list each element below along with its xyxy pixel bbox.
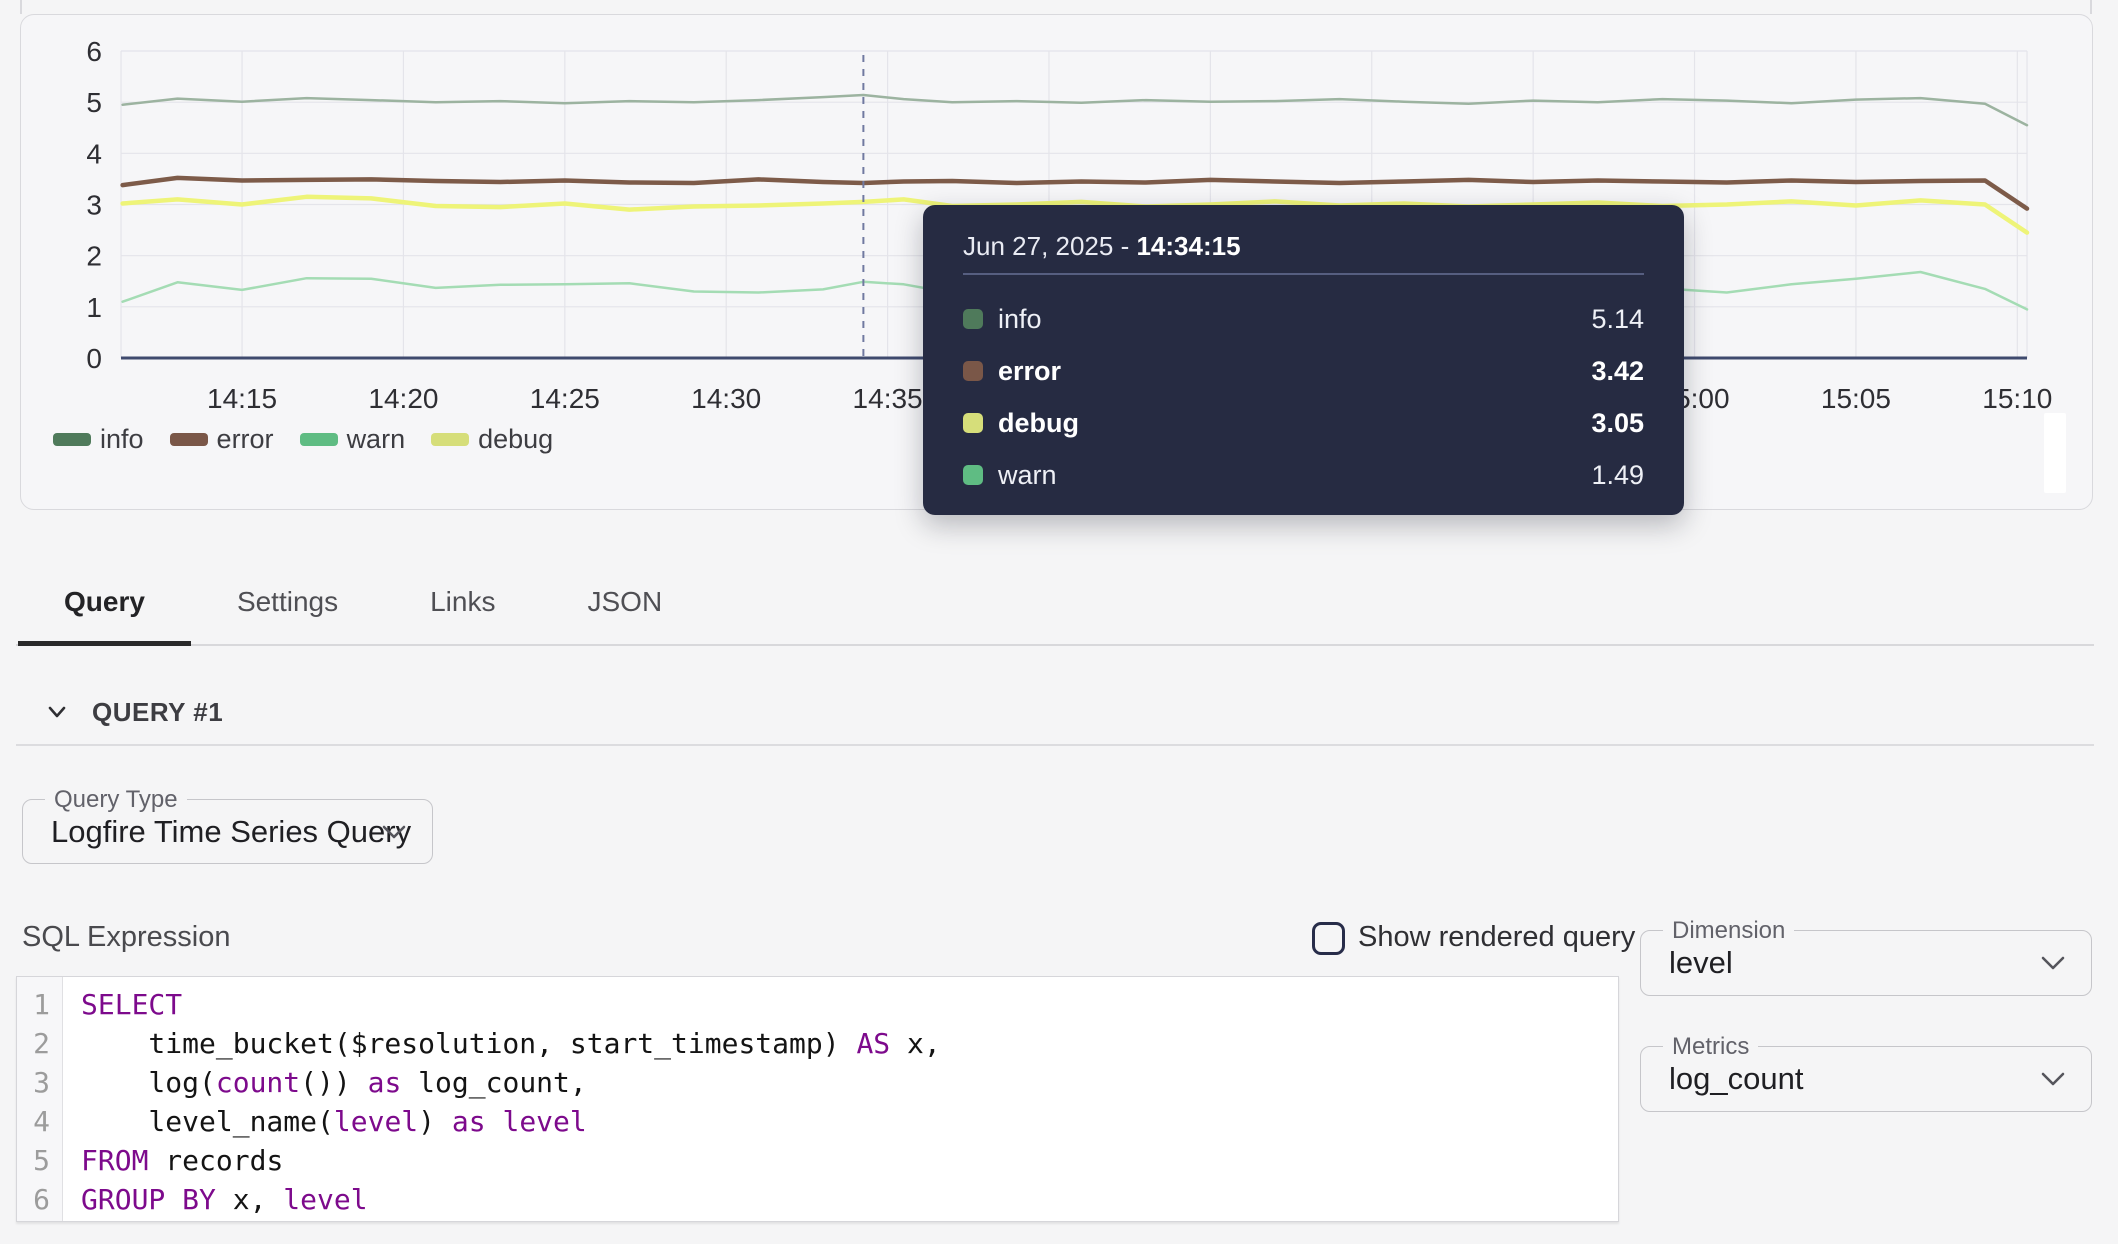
code-line-4[interactable]: level_name(level) as level <box>81 1102 1618 1141</box>
chevron-down-icon <box>44 699 70 725</box>
tooltip-rows: info 5.14 error 3.42 debug 3.05 warn 1.49 <box>963 293 1644 501</box>
tooltip-series-label: warn <box>998 460 1057 491</box>
legend-item-error[interactable]: error <box>170 424 274 455</box>
query-type-value: Logfire Time Series Query <box>51 800 411 863</box>
axis-tick-label: 5 <box>86 87 102 118</box>
show-rendered-query-checkbox[interactable] <box>1312 922 1345 955</box>
legend-item-warn[interactable]: warn <box>300 424 406 455</box>
section-divider <box>16 744 2094 746</box>
code-line-6[interactable]: GROUP BY x, level <box>81 1180 1618 1219</box>
axis-tick-label: 6 <box>86 36 102 67</box>
legend-label: info <box>100 424 144 455</box>
tooltip-swatch-warn <box>963 465 983 485</box>
line-number: 2 <box>17 1024 62 1063</box>
chevron-down-icon <box>2039 1070 2067 1088</box>
legend-swatch-error <box>170 433 208 446</box>
legend-swatch-debug <box>431 433 469 446</box>
scrollbar-thumb[interactable] <box>2044 413 2066 493</box>
tooltip-row-warn: warn 1.49 <box>963 449 1644 501</box>
axis-tick-label: 4 <box>86 138 102 169</box>
code-line-3[interactable]: log(count()) as log_count, <box>81 1063 1618 1102</box>
show-rendered-query-label[interactable]: Show rendered query <box>1358 921 1635 954</box>
legend-label: error <box>217 424 274 455</box>
tooltip-series-value: 3.05 <box>1591 408 1644 439</box>
dimension-value: level <box>1669 931 1733 995</box>
axis-tick-label: 0 <box>86 343 102 374</box>
chart-tooltip: Jun 27, 2025 - 14:34:15 info 5.14 error 3.4… <box>923 205 1684 515</box>
sql-code-editor[interactable]: 123456 SELECT time_bucket($resolution, s… <box>16 976 1619 1222</box>
legend-label: debug <box>478 424 553 455</box>
series-line-info[interactable] <box>123 95 2027 125</box>
tooltip-date: Jun 27, 2025 - <box>963 231 1136 261</box>
tooltip-row-error: error 3.42 <box>963 345 1644 397</box>
tab-links[interactable]: Links <box>384 562 541 646</box>
metrics-select[interactable]: Metrics log_count <box>1640 1046 2092 1112</box>
line-number: 3 <box>17 1063 62 1102</box>
tooltip-row-debug: debug 3.05 <box>963 397 1644 449</box>
tooltip-row-info: info 5.14 <box>963 293 1644 345</box>
query-type-select[interactable]: Query Type Logfire Time Series Query <box>22 799 433 864</box>
legend-swatch-warn <box>300 433 338 446</box>
axis-tick-label: 14:25 <box>530 383 600 414</box>
line-number: 6 <box>17 1180 62 1219</box>
axis-tick-label: 14:15 <box>207 383 277 414</box>
axis-tick-label: 15:05 <box>1821 383 1891 414</box>
axis-tick-label: 14:20 <box>368 383 438 414</box>
sql-expression-label: SQL Expression <box>22 921 230 954</box>
panel-border-stub-left <box>20 0 22 14</box>
tooltip-swatch-info <box>963 309 983 329</box>
legend-label: warn <box>347 424 406 455</box>
chevron-down-icon <box>380 823 408 841</box>
line-number: 5 <box>17 1141 62 1180</box>
tooltip-timestamp: Jun 27, 2025 - 14:34:15 <box>963 231 1241 262</box>
line-number: 1 <box>17 985 62 1024</box>
query-section-title: QUERY #1 <box>92 697 223 728</box>
tooltip-series-label: debug <box>998 408 1079 439</box>
chart-legend: info error warn debug <box>53 423 553 455</box>
panel-editor-tabs: QuerySettingsLinksJSON <box>16 562 2094 646</box>
tooltip-swatch-debug <box>963 413 983 433</box>
tooltip-divider <box>963 273 1644 275</box>
legend-item-debug[interactable]: debug <box>431 424 553 455</box>
tooltip-series-value: 5.14 <box>1591 304 1644 335</box>
editor-code[interactable]: SELECT time_bucket($resolution, start_ti… <box>63 977 1618 1221</box>
chevron-down-icon <box>2039 954 2067 972</box>
legend-swatch-info <box>53 433 91 446</box>
panel-border-stub-right <box>2090 0 2092 14</box>
metrics-value: log_count <box>1669 1047 1803 1111</box>
legend-item-info[interactable]: info <box>53 424 144 455</box>
tab-json[interactable]: JSON <box>541 562 708 646</box>
axis-tick-label: 3 <box>86 190 102 221</box>
editor-line-numbers: 123456 <box>17 977 63 1221</box>
code-line-1[interactable]: SELECT <box>81 985 1618 1024</box>
query-section-header[interactable]: QUERY #1 <box>44 692 223 732</box>
dimension-select[interactable]: Dimension level <box>1640 930 2092 996</box>
tab-query[interactable]: Query <box>18 562 191 646</box>
axis-tick-label: 15:10 <box>1982 383 2052 414</box>
tooltip-series-value: 3.42 <box>1591 356 1644 387</box>
axis-tick-label: 14:30 <box>691 383 761 414</box>
tooltip-swatch-error <box>963 361 983 381</box>
axis-tick-label: 2 <box>86 241 102 272</box>
axis-tick-label: 1 <box>86 292 102 323</box>
code-line-5[interactable]: FROM records <box>81 1141 1618 1180</box>
tooltip-series-label: info <box>998 304 1042 335</box>
tooltip-series-label: error <box>998 356 1061 387</box>
tooltip-time: 14:34:15 <box>1136 231 1240 261</box>
line-number: 4 <box>17 1102 62 1141</box>
tooltip-series-value: 1.49 <box>1591 460 1644 491</box>
axis-tick-label: 14:35 <box>853 383 923 414</box>
tab-settings[interactable]: Settings <box>191 562 384 646</box>
code-line-2[interactable]: time_bucket($resolution, start_timestamp… <box>81 1024 1618 1063</box>
panel-editor-page: { "chart_data": { "type": "line", "title… <box>0 0 2118 1244</box>
